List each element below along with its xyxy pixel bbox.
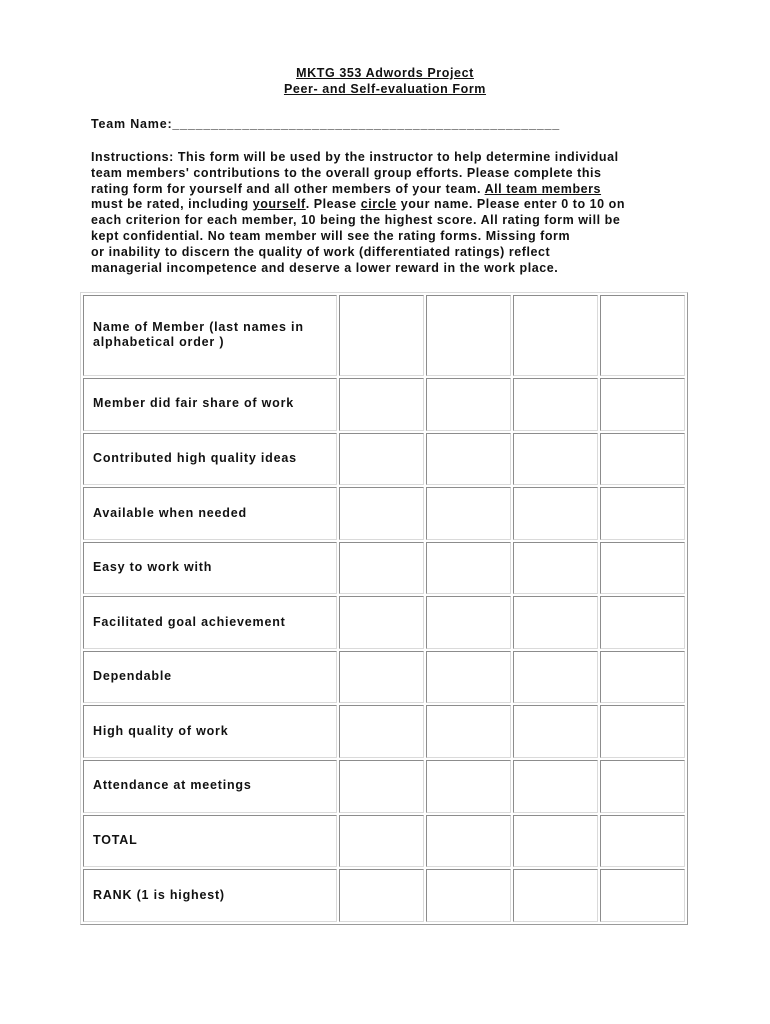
rating-cell[interactable] <box>339 432 424 486</box>
rating-cell[interactable] <box>339 869 424 922</box>
member-name-cell[interactable] <box>600 295 685 376</box>
criterion-label: Facilitated goal achievement <box>83 596 337 649</box>
instructions-text: must be rated, including <box>91 197 253 212</box>
rating-cell[interactable] <box>426 377 511 431</box>
rating-cell[interactable] <box>513 487 598 540</box>
rating-cell[interactable] <box>600 650 685 704</box>
criterion-row: Available when needed <box>83 487 685 540</box>
rating-cell[interactable] <box>513 814 598 868</box>
emphasis-yourself: yourself <box>252 197 306 212</box>
rating-cell[interactable] <box>339 377 424 431</box>
instructions-text: . Please <box>305 197 361 212</box>
rating-cell[interactable] <box>339 814 424 868</box>
rating-cell[interactable] <box>339 650 424 704</box>
criterion-label: Attendance at meetings <box>83 760 337 813</box>
instructions-line: managerial incompetence and deserve a lo… <box>91 260 559 275</box>
rating-cell[interactable] <box>426 487 511 540</box>
criterion-label: Member did fair share of work <box>83 377 337 431</box>
criterion-label: RANK (1 is highest) <box>83 869 337 922</box>
rating-cell[interactable] <box>513 596 598 649</box>
rating-cell[interactable] <box>426 760 511 813</box>
rating-cell[interactable] <box>426 541 511 595</box>
criterion-row: Attendance at meetings <box>83 760 685 813</box>
emphasis-circle: circle <box>360 197 397 212</box>
rating-cell[interactable] <box>513 869 598 922</box>
member-names-row: Name of Member (last names in alphabetic… <box>83 295 685 376</box>
instructions-text: rating form for yourself and all other m… <box>91 181 485 196</box>
rating-cell[interactable] <box>600 814 685 868</box>
rating-cell[interactable] <box>426 705 511 759</box>
rating-cell[interactable] <box>600 596 685 649</box>
instructions-line: must be rated, including yourself. Pleas… <box>91 197 691 213</box>
rating-cell[interactable] <box>600 541 685 595</box>
criterion-label: Dependable <box>83 650 337 704</box>
rating-cell[interactable] <box>513 377 598 431</box>
rating-cell[interactable] <box>426 650 511 704</box>
rating-cell[interactable] <box>600 705 685 759</box>
rating-cell[interactable] <box>600 377 685 431</box>
emphasis-all-team-members: All team members <box>484 181 602 196</box>
rating-cell[interactable] <box>426 596 511 649</box>
criterion-row: High quality of work <box>83 705 685 759</box>
member-name-cell[interactable] <box>513 295 598 376</box>
team-name-field[interactable]: Team Name:______________________________… <box>91 117 560 131</box>
rating-cell[interactable] <box>339 541 424 595</box>
rating-cell[interactable] <box>426 869 511 922</box>
criterion-label: Contributed high quality ideas <box>83 432 337 486</box>
instructions-text: your name. Please enter 0 to 10 on <box>396 197 626 212</box>
team-name-blank[interactable]: ________________________________________… <box>172 117 560 131</box>
rating-cell[interactable] <box>513 705 598 759</box>
criterion-label: TOTAL <box>83 814 337 868</box>
rating-cell[interactable] <box>600 487 685 540</box>
criterion-row: Dependable <box>83 650 685 704</box>
document-title: MKTG 353 Adwords Project <box>296 66 474 80</box>
criterion-row: RANK (1 is highest) <box>83 869 685 922</box>
member-name-cell[interactable] <box>426 295 511 376</box>
rating-cell[interactable] <box>339 487 424 540</box>
criterion-label: Available when needed <box>83 487 337 540</box>
rating-cell[interactable] <box>339 760 424 813</box>
criterion-label: High quality of work <box>83 705 337 759</box>
rating-cell[interactable] <box>513 650 598 704</box>
rating-cell[interactable] <box>339 705 424 759</box>
instructions-line: kept confidential. No team member will s… <box>91 228 571 243</box>
team-name-label: Team Name: <box>91 117 173 131</box>
instructions-line: Instructions: This form will be used by … <box>91 150 619 164</box>
criterion-label: Easy to work with <box>83 541 337 595</box>
instructions-line: each criterion for each member, 10 being… <box>91 213 621 228</box>
rating-cell[interactable] <box>600 869 685 922</box>
criterion-row: TOTAL <box>83 814 685 868</box>
criterion-row: Member did fair share of work <box>83 377 685 431</box>
instructions-line: or inability to discern the quality of w… <box>91 244 551 259</box>
rating-cell[interactable] <box>339 596 424 649</box>
rating-cell[interactable] <box>426 814 511 868</box>
rating-cell[interactable] <box>513 432 598 486</box>
member-names-header: Name of Member (last names in alphabetic… <box>83 295 337 376</box>
criterion-row: Easy to work with <box>83 541 685 595</box>
document-subtitle: Peer- and Self-evaluation Form <box>283 82 487 96</box>
rating-cell[interactable] <box>426 432 511 486</box>
member-name-cell[interactable] <box>339 295 424 376</box>
criterion-row: Contributed high quality ideas <box>83 432 685 486</box>
rating-cell[interactable] <box>600 760 685 813</box>
criterion-row: Facilitated goal achievement <box>83 596 685 649</box>
rating-cell[interactable] <box>600 432 685 486</box>
instructions-paragraph: Instructions: This form will be used by … <box>91 150 691 276</box>
rating-cell[interactable] <box>513 760 598 813</box>
rating-cell[interactable] <box>513 541 598 595</box>
evaluation-table: Name of Member (last names in alphabetic… <box>80 292 688 925</box>
instructions-line: rating form for yourself and all other m… <box>91 182 691 198</box>
instructions-line: team members' contributions to the overa… <box>91 165 602 180</box>
